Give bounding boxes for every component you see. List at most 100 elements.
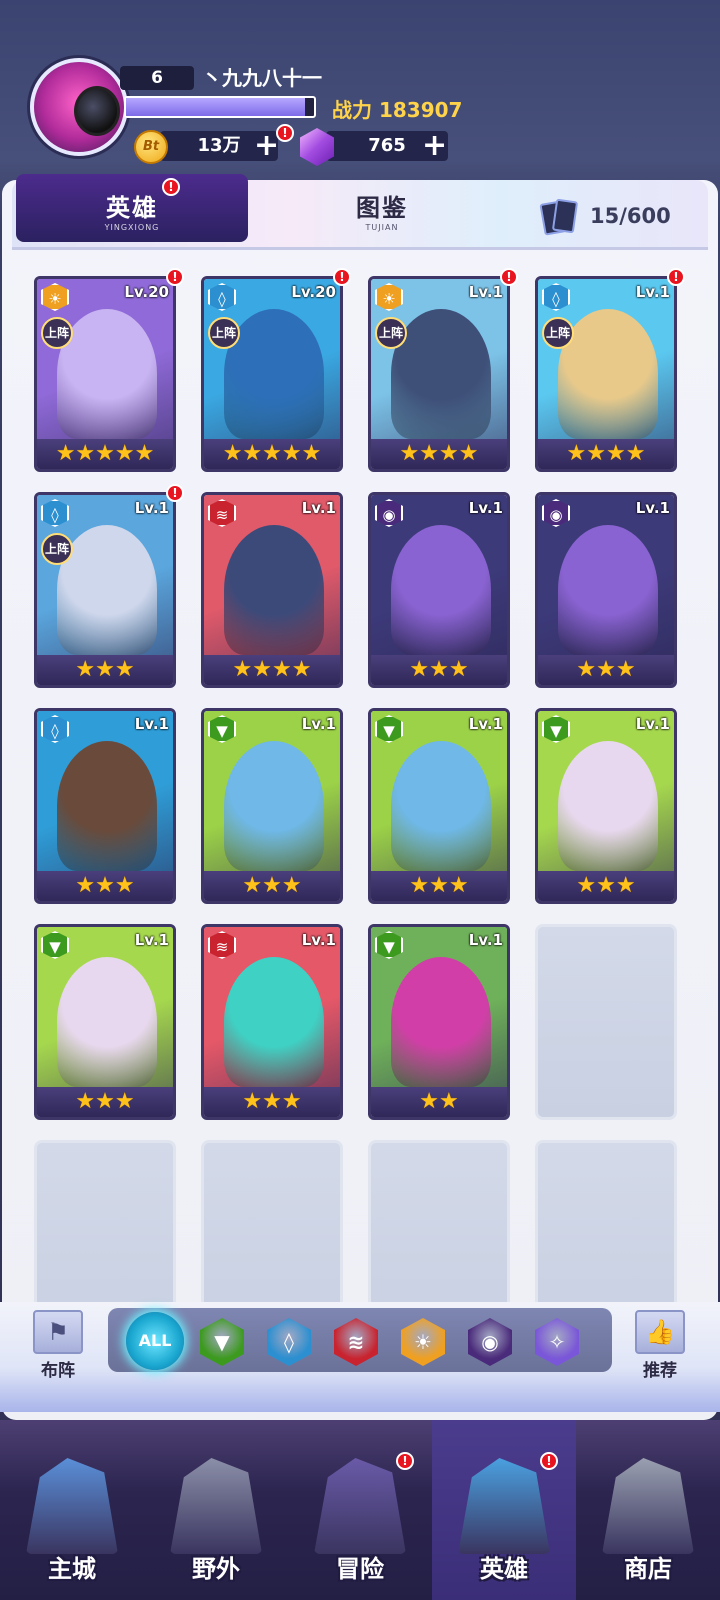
hero-alert-badge: ! [166,484,184,502]
deployed-marker: 上阵 [208,317,240,349]
hero-alert-badge: ! [333,268,351,286]
nav-icon [314,1458,406,1554]
filter-all-button[interactable]: ALL [126,1312,184,1370]
add-gems-button[interactable]: + [422,131,447,161]
player-level: 6 [120,66,194,90]
hero-level: Lv.1 [635,499,670,517]
hero-stars: ★★★ [371,655,507,685]
nav-item[interactable]: 野外 [144,1420,288,1600]
deployed-marker: 上阵 [41,533,73,565]
card-count-text: 15/600 [590,204,671,228]
combat-power: 战力 183907 [332,94,462,123]
nav-item[interactable]: 冒险! [288,1420,432,1600]
hero-level: Lv.1 [134,715,169,733]
nav-icon [170,1458,262,1554]
hero-card[interactable]: ▼ Lv.1 ★★★ [34,924,176,1120]
thumbs-up-icon: 👍 [635,1310,685,1354]
hero-level: Lv.1 [301,715,336,733]
filter-bar: ⚑ 布阵 ALL ▼ ◊ ≋ ☀ ◉ ✧ 👍 推荐 [0,1302,720,1412]
hero-figure [224,741,324,871]
tab-heroes-sublabel: YINGXIONG [104,223,160,232]
filter-nature-icon[interactable]: ▼ [200,1318,244,1366]
recommend-button[interactable]: 👍 推荐 [628,1310,692,1381]
hero-level: Lv.1 [468,715,503,733]
hero-figure [391,741,491,871]
hero-stars: ★★★★ [538,439,674,469]
filter-light-icon[interactable]: ✧ [535,1318,579,1366]
deployed-marker: 上阵 [375,317,407,349]
hero-card[interactable]: ≋ Lv.1 ★★★ [201,924,343,1120]
hero-card[interactable]: ◊ Lv.20 上阵 ★★★★★ [201,276,343,472]
hero-figure [558,525,658,655]
formation-button[interactable]: ⚑ 布阵 [26,1310,90,1381]
tab-atlas-label: 图鉴 [356,194,408,222]
hero-level: Lv.20 [291,283,336,301]
hero-card[interactable]: ≋ Lv.1 ★★★★ [201,492,343,688]
hero-stars: ★★★ [538,871,674,901]
hero-card[interactable]: ▼ Lv.1 ★★★ [201,708,343,904]
element-filter-track: ALL ▼ ◊ ≋ ☀ ◉ ✧ [108,1308,612,1372]
hero-figure [391,525,491,655]
hero-stars: ★★★ [204,871,340,901]
hero-card[interactable]: ▼ Lv.1 ★★ [368,924,510,1120]
deployed-marker: 上阵 [542,317,574,349]
hero-card[interactable]: ◊ Lv.1 上阵 ★★★★ [535,276,677,472]
hero-card[interactable]: ◊ Lv.1 上阵 ★★★ [34,492,176,688]
nav-item[interactable]: 英雄! [432,1420,576,1600]
nav-label: 冒险 [336,1555,384,1583]
nav-icon [458,1458,550,1554]
coins-alert-badge: ! [276,124,294,142]
hero-alert-badge: ! [500,268,518,286]
hero-card[interactable]: ☀ Lv.20 上阵 ★★★★★ [34,276,176,472]
hero-card[interactable]: ☀ Lv.1 上阵 ★★★★ [368,276,510,472]
tab-atlas[interactable]: 图鉴 TUJIAN [282,188,482,232]
hero-stars: ★★★★★ [37,439,173,469]
player-profile: 6 丶九九八十一 战力 183907 13万 Bt + ! 765 + [0,0,720,180]
filter-water-icon[interactable]: ◊ [267,1318,311,1366]
hero-card[interactable]: ▼ Lv.1 ★★★ [368,708,510,904]
hero-card[interactable]: ◉ Lv.1 ★★★ [535,492,677,688]
hero-alert-badge: ! [166,268,184,286]
xp-bar [124,96,316,118]
coin-amount: 13万 [197,135,241,156]
nav-icon [26,1458,118,1554]
nav-alert-badge: ! [540,1452,558,1470]
hero-card[interactable]: ▼ Lv.1 ★★★ [535,708,677,904]
hero-figure [57,957,157,1087]
filter-sun-icon[interactable]: ☀ [401,1318,445,1366]
hero-level: Lv.1 [635,283,670,301]
empty-hero-slot [535,924,677,1120]
avatar-visor [74,86,120,136]
hero-figure [224,957,324,1087]
power-value: 183907 [378,98,463,122]
hero-level: Lv.1 [134,931,169,949]
hero-level: Lv.1 [301,499,336,517]
tab-heroes-label: 英雄 [106,194,158,222]
nav-label: 商店 [624,1555,672,1583]
tab-heroes[interactable]: 英雄 YINGXIONG ! [16,174,248,242]
hero-card[interactable]: ◉ Lv.1 ★★★ [368,492,510,688]
recommend-label: 推荐 [643,1361,677,1381]
add-coins-button[interactable]: + [254,131,279,161]
power-label: 战力 [332,98,372,122]
hero-stars: ★★★★ [371,439,507,469]
hero-card[interactable]: ◊ Lv.1 ★★★ [34,708,176,904]
player-avatar[interactable] [30,58,128,156]
hero-stars: ★★★★★ [204,439,340,469]
hero-level: Lv.20 [124,283,169,301]
coin-icon: Bt [134,130,168,164]
nav-item[interactable]: 主城 [0,1420,144,1600]
nav-item[interactable]: 商店 [576,1420,720,1600]
hero-stars: ★★★ [204,1087,340,1117]
hero-stars: ★★★ [37,655,173,685]
filter-dark-icon[interactable]: ◉ [468,1318,512,1366]
hero-level: Lv.1 [134,499,169,517]
nav-label: 英雄 [480,1555,528,1583]
hero-stars: ★★★ [371,871,507,901]
tab-atlas-sublabel: TUJIAN [365,223,399,232]
hero-alert-badge: ! [667,268,685,286]
hero-figure [224,525,324,655]
filter-fire-icon[interactable]: ≋ [334,1318,378,1366]
player-name: 丶九九八十一 [202,66,322,90]
gem-amount: 765 [368,135,406,156]
